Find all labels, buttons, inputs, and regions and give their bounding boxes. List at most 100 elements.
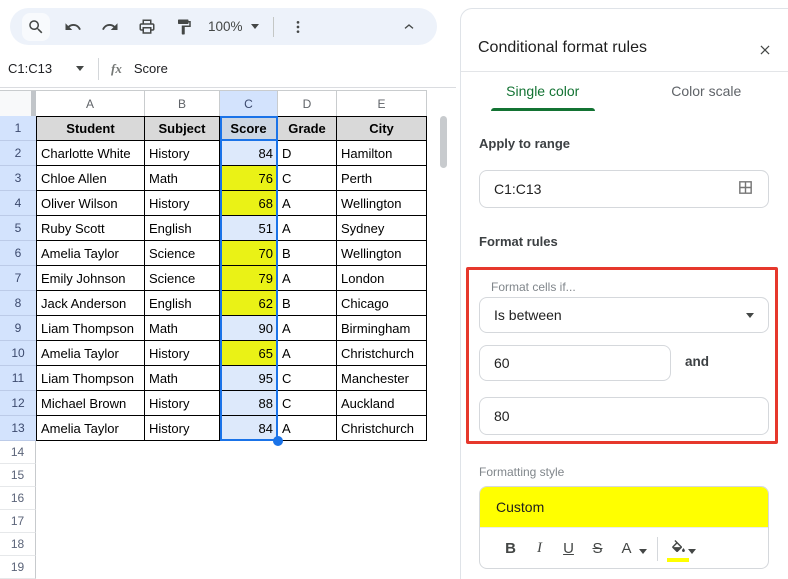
condition-dropdown[interactable]: Is between (479, 297, 769, 333)
cell[interactable]: A (278, 191, 337, 216)
row-number[interactable]: 3 (0, 166, 36, 191)
apply-to-range-input[interactable]: C1:C13 (479, 170, 769, 208)
undo-button[interactable] (59, 13, 87, 41)
cell[interactable]: History (145, 341, 220, 366)
zoom-control[interactable]: 100% (208, 19, 259, 34)
cell[interactable]: History (145, 141, 220, 166)
cell[interactable]: Wellington (337, 191, 427, 216)
cell[interactable]: Liam Thompson (36, 316, 145, 341)
cell[interactable]: Auckland (337, 391, 427, 416)
cell[interactable]: C (278, 166, 337, 191)
cell[interactable]: A (278, 266, 337, 291)
selection-fill-handle[interactable] (273, 436, 283, 446)
cell[interactable]: 70 (220, 241, 278, 266)
cell[interactable]: 79 (220, 266, 278, 291)
row-number[interactable]: 18 (0, 533, 36, 556)
chevron-down-icon[interactable] (639, 549, 647, 554)
cell[interactable]: 76 (220, 166, 278, 191)
cell[interactable]: Perth (337, 166, 427, 191)
cell[interactable]: 84 (220, 416, 278, 441)
vertical-scrollbar[interactable] (440, 116, 447, 168)
cell[interactable]: Emily Johnson (36, 266, 145, 291)
cell[interactable]: English (145, 216, 220, 241)
row-number[interactable]: 1 (0, 116, 36, 141)
cell[interactable]: Science (145, 266, 220, 291)
select-all-corner[interactable] (0, 91, 36, 117)
formula-input[interactable]: Score (134, 61, 168, 76)
print-button[interactable] (133, 13, 161, 41)
column-header-e[interactable]: E (337, 91, 427, 117)
cell[interactable]: Chicago (337, 291, 427, 316)
redo-button[interactable] (96, 13, 124, 41)
cell[interactable]: A (278, 341, 337, 366)
cell[interactable]: Amelia Taylor (36, 416, 145, 441)
cell[interactable]: Student (36, 116, 145, 141)
cell[interactable]: 51 (220, 216, 278, 241)
more-options-button[interactable] (284, 13, 312, 41)
name-box[interactable]: C1:C13 (8, 61, 70, 76)
cell[interactable]: London (337, 266, 427, 291)
cell[interactable]: Christchurch (337, 416, 427, 441)
fill-color-button[interactable] (666, 534, 690, 564)
row-number[interactable]: 13 (0, 416, 36, 441)
cell[interactable]: Liam Thompson (36, 366, 145, 391)
cell[interactable]: 88 (220, 391, 278, 416)
cell[interactable]: 95 (220, 366, 278, 391)
row-number[interactable]: 19 (0, 556, 36, 579)
cell[interactable]: C (278, 366, 337, 391)
cell[interactable]: Math (145, 166, 220, 191)
row-number[interactable]: 17 (0, 510, 36, 533)
cell[interactable]: 90 (220, 316, 278, 341)
cell[interactable]: A (278, 216, 337, 241)
row-number[interactable]: 9 (0, 316, 36, 341)
cell[interactable]: Ruby Scott (36, 216, 145, 241)
cell[interactable]: A (278, 316, 337, 341)
cell[interactable]: C (278, 391, 337, 416)
row-number[interactable]: 16 (0, 487, 36, 510)
cell[interactable]: Amelia Taylor (36, 241, 145, 266)
cell[interactable]: B (278, 291, 337, 316)
underline-button[interactable]: U (554, 534, 583, 564)
cell[interactable]: Chloe Allen (36, 166, 145, 191)
cell[interactable]: Manchester (337, 366, 427, 391)
cell[interactable]: D (278, 141, 337, 166)
cell[interactable]: Michael Brown (36, 391, 145, 416)
cell[interactable]: Math (145, 316, 220, 341)
cell[interactable]: Subject (145, 116, 220, 141)
cell[interactable]: Christchurch (337, 341, 427, 366)
row-number[interactable]: 4 (0, 191, 36, 216)
row-number[interactable]: 14 (0, 441, 36, 464)
close-panel-button[interactable] (752, 37, 778, 63)
min-value-input[interactable]: 60 (479, 345, 671, 381)
row-number[interactable]: 10 (0, 341, 36, 366)
tab-single-color[interactable]: Single color (461, 71, 625, 111)
cell[interactable]: History (145, 191, 220, 216)
row-number[interactable]: 15 (0, 464, 36, 487)
cell[interactable]: History (145, 416, 220, 441)
cell[interactable]: Oliver Wilson (36, 191, 145, 216)
cell[interactable]: 65 (220, 341, 278, 366)
cell[interactable]: City (337, 116, 427, 141)
cell[interactable]: Birmingham (337, 316, 427, 341)
strikethrough-button[interactable]: S (583, 534, 612, 564)
row-number[interactable]: 5 (0, 216, 36, 241)
column-header-b[interactable]: B (145, 91, 220, 117)
column-header-a[interactable]: A (36, 91, 145, 117)
search-button[interactable] (22, 13, 50, 41)
cell[interactable]: Jack Anderson (36, 291, 145, 316)
row-number[interactable]: 11 (0, 366, 36, 391)
cell[interactable]: English (145, 291, 220, 316)
collapse-toolbar-button[interactable] (395, 13, 423, 41)
cell[interactable]: Sydney (337, 216, 427, 241)
cell[interactable]: Amelia Taylor (36, 341, 145, 366)
cell[interactable]: 68 (220, 191, 278, 216)
cell[interactable]: 62 (220, 291, 278, 316)
name-box-dropdown-icon[interactable] (76, 66, 84, 71)
row-number[interactable]: 7 (0, 266, 36, 291)
cell[interactable]: 84 (220, 141, 278, 166)
tab-color-scale[interactable]: Color scale (625, 71, 788, 111)
column-header-c[interactable]: C (220, 91, 278, 117)
cell[interactable]: B (278, 241, 337, 266)
row-number[interactable]: 2 (0, 141, 36, 166)
cell[interactable]: Wellington (337, 241, 427, 266)
